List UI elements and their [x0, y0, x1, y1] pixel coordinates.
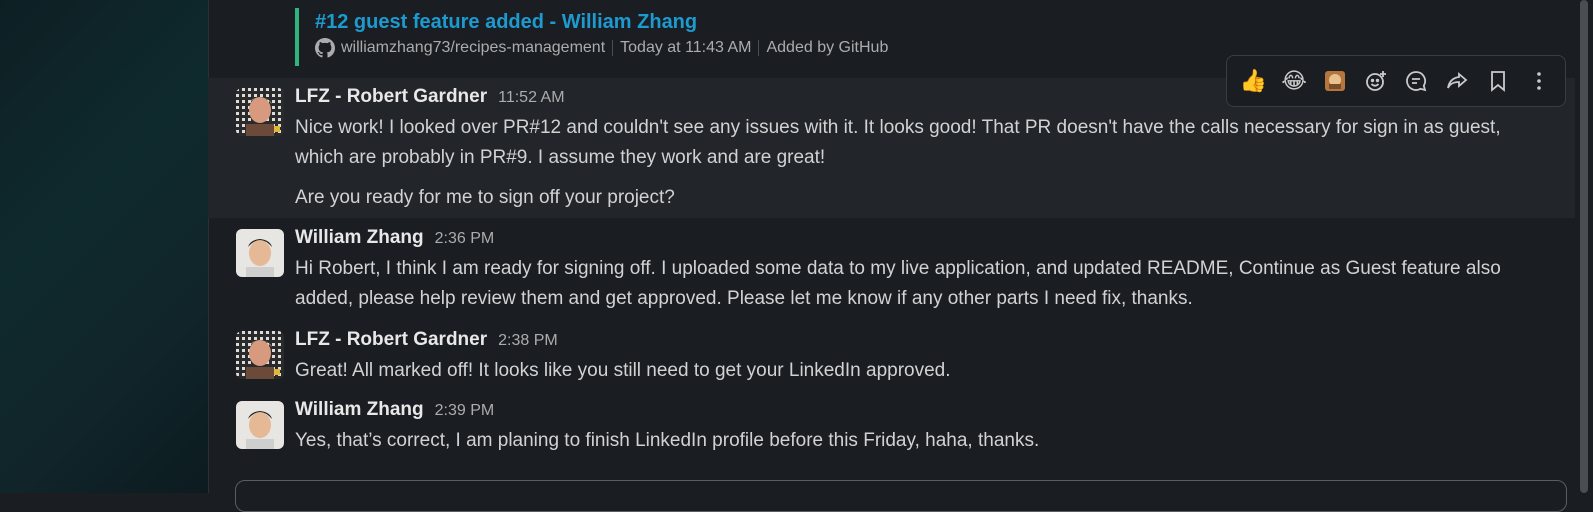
author-name[interactable]: William Zhang — [295, 399, 424, 421]
message-line: Are you ready for me to sign off your pr… — [295, 187, 675, 208]
message-text: Are you ready for me to sign off your pr… — [295, 183, 1555, 213]
github-attachment: #12 guest feature added - William Zhang … — [295, 8, 888, 66]
message-line: added, please help review them and get a… — [295, 288, 1193, 309]
message-timestamp[interactable]: 2:36 PM — [435, 230, 495, 248]
forward-icon[interactable] — [1439, 63, 1475, 99]
meta-divider — [612, 40, 614, 56]
message-text: Yes, that’s correct, I am planing to fin… — [295, 426, 1555, 456]
github-icon — [315, 38, 335, 58]
message-line: which are probably in PR#9. I assume the… — [295, 147, 826, 168]
avatar-william-zhang-image — [236, 229, 284, 277]
author-name[interactable]: LFZ - Robert Gardner — [295, 86, 487, 108]
message-header: William Zhang 2:36 PM — [295, 227, 494, 249]
message-line: Nice work! I looked over PR#12 and could… — [295, 117, 1501, 138]
attachment-time: Today at 11:43 AM — [620, 39, 752, 56]
avatar[interactable] — [236, 401, 284, 449]
message-text: Hi Robert, I think I am ready for signin… — [295, 254, 1555, 314]
attachment-added-by: Added by GitHub — [766, 39, 889, 56]
message-item[interactable]: William Zhang 2:39 PM Yes, that’s correc… — [208, 395, 1575, 457]
message-text: Nice work! I looked over PR#12 and could… — [295, 113, 1555, 173]
add-reaction-icon[interactable] — [1358, 63, 1394, 99]
avatar-robert-gardner-image — [236, 331, 284, 379]
message-text: Great! All marked off! It looks like you… — [295, 356, 1555, 386]
more-actions-icon[interactable] — [1521, 63, 1557, 99]
message-item[interactable]: LFZ - Robert Gardner 2:38 PM Great! All … — [208, 325, 1575, 387]
scrollbar-thumb[interactable] — [1580, 0, 1588, 493]
message-line: Hi Robert, I think I am ready for signin… — [295, 258, 1501, 279]
bookmark-icon[interactable] — [1480, 63, 1516, 99]
message-header: LFZ - Robert Gardner 2:38 PM — [295, 329, 558, 351]
avatar[interactable] — [236, 331, 284, 379]
laughing-icon[interactable]: 😂 — [1276, 63, 1312, 99]
message-composer[interactable] — [235, 480, 1567, 512]
avatar[interactable] — [236, 88, 284, 136]
author-name[interactable]: William Zhang — [295, 227, 424, 249]
workspace-sidebar-background — [0, 0, 208, 493]
message-header: William Zhang 2:39 PM — [295, 399, 494, 421]
avatar-robert-gardner-image — [236, 88, 284, 136]
author-name[interactable]: LFZ - Robert Gardner — [295, 329, 487, 351]
message-timestamp[interactable]: 2:38 PM — [498, 332, 558, 350]
attachment-meta: williamzhang73/recipes-management Today … — [315, 38, 888, 58]
meta-divider — [758, 40, 760, 56]
attachment-title-link[interactable]: #12 guest feature added - William Zhang — [315, 8, 888, 36]
custom-emoji-icon[interactable] — [1317, 63, 1353, 99]
message-line: Yes, that’s correct, I am planing to fin… — [295, 430, 1040, 451]
attachment-repo[interactable]: williamzhang73/recipes-management — [341, 39, 605, 57]
message-line: Great! All marked off! It looks like you… — [295, 360, 951, 381]
message-timestamp[interactable]: 11:52 AM — [498, 89, 564, 107]
avatar-william-zhang-image — [236, 401, 284, 449]
message-item[interactable]: William Zhang 2:36 PM Hi Robert, I think… — [208, 222, 1575, 317]
message-actions-toolbar: 👍 😂 — [1226, 55, 1566, 107]
thumbs-up-icon[interactable]: 👍 — [1235, 63, 1271, 99]
avatar[interactable] — [236, 229, 284, 277]
message-header: LFZ - Robert Gardner 11:52 AM — [295, 86, 565, 108]
reply-in-thread-icon[interactable] — [1398, 63, 1434, 99]
message-timestamp[interactable]: 2:39 PM — [435, 402, 495, 420]
